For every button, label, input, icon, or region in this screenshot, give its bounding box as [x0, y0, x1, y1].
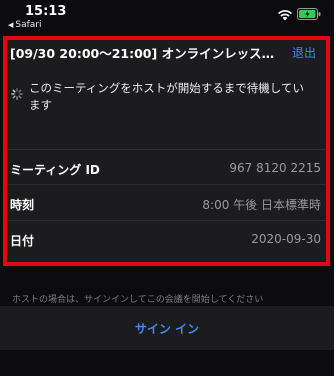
highlight-frame — [3, 36, 330, 266]
back-app-label: Safari — [15, 20, 42, 30]
host-note: ホストの場合は、サインインしてこの会議を開始してください — [12, 295, 264, 305]
signin-section: サイン イン — [0, 306, 334, 350]
back-triangle-icon: ◀ — [8, 21, 14, 29]
wifi-icon — [278, 10, 292, 21]
signin-button[interactable]: サイン イン — [0, 320, 334, 337]
status-bar: 15:13 ◀ Safari — [0, 0, 334, 34]
battery-icon — [297, 8, 321, 20]
back-to-app-link[interactable]: ◀ Safari — [8, 20, 42, 30]
zoom-waiting-screen: 15:13 ◀ Safari [09/30 20:00〜21:00] オンラインレ… — [0, 0, 334, 376]
status-time: 15:13 — [25, 4, 67, 19]
